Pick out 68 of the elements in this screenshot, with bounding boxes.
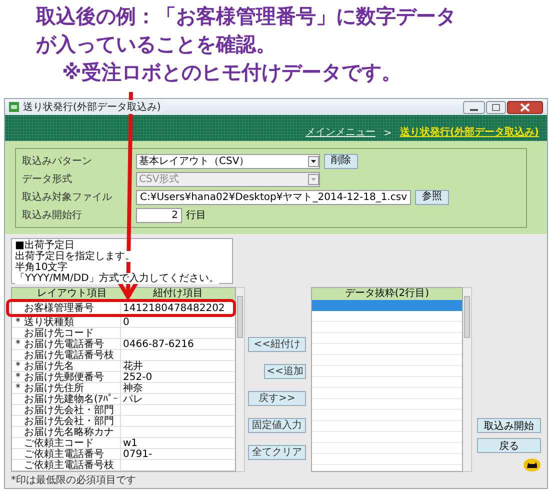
table-cell: 252-0 <box>123 372 152 383</box>
table-cell: パレ <box>123 394 143 405</box>
file-path-field[interactable]: C:¥Users¥hana02¥Desktop¥ヤマト_2014-12-18_1.csv <box>136 190 411 204</box>
table-cell: 0466-87-6216 <box>123 339 194 350</box>
maximize-icon[interactable] <box>486 100 506 114</box>
action-button[interactable]: 取込み開始 <box>477 418 541 433</box>
table-cell: 送り状種類 <box>24 317 74 328</box>
required-mark: * <box>16 339 20 350</box>
table-cell: お届け先郵便番号 <box>24 372 104 383</box>
field-label: 取込み対象ファイル <box>22 190 113 204</box>
table-row[interactable] <box>312 300 462 311</box>
scrollbar[interactable] <box>236 287 245 472</box>
app-icon <box>9 102 19 112</box>
window-title: 送り状発行(外部データ取込み) <box>23 100 161 114</box>
transfer-button[interactable]: <<追加 <box>264 364 306 379</box>
table-cell: ご依頼主コード <box>24 438 94 449</box>
required-mark: * <box>16 383 20 394</box>
action-button[interactable]: 戻る <box>477 438 541 453</box>
table-cell: お客様管理番号 <box>24 303 94 314</box>
unit-label: 行目 <box>186 209 206 222</box>
table-cell: 神奈 <box>123 383 143 394</box>
annotation-text: ※受注ロボとのヒモ付けデータです。 <box>61 59 402 86</box>
table-cell: ご依頼主電話番号枝 <box>24 460 114 471</box>
transfer-button[interactable]: 全てクリア <box>248 445 306 460</box>
scrollbar[interactable] <box>463 287 472 472</box>
form-button[interactable]: 削除 <box>324 154 358 168</box>
table-cell: 0 <box>123 317 130 328</box>
table-cell: お届け先名略称カナ <box>24 427 114 438</box>
table-cell: お届け先会社・部門 <box>24 405 114 416</box>
field-label: データ形式 <box>22 172 73 186</box>
minimize-icon[interactable] <box>463 100 485 114</box>
hint-text: ■出荷予定日 <box>15 240 74 251</box>
annotation-text: が入っていることを確認。 <box>36 31 277 58</box>
table-cell: 花井 <box>123 361 143 372</box>
table-cell: お届け先名 <box>24 361 74 372</box>
cat-logo-icon <box>523 458 541 472</box>
table-cell: お届け先会社・部門 <box>24 416 114 427</box>
field-label: 取込みパターン <box>22 154 93 168</box>
required-mark: * <box>16 361 20 372</box>
required-mark: * <box>16 372 20 383</box>
table-cell: w1 <box>123 438 138 449</box>
table-cell: ご依頼主電話番号 <box>24 449 104 460</box>
table-cell: お届け先住所 <box>24 383 84 394</box>
dropdown-field[interactable]: 基本レイアウト（CSV） <box>136 154 320 168</box>
column-header: レイアウト項目 <box>37 288 107 299</box>
transfer-button[interactable]: <<紐付け <box>248 337 306 352</box>
hint-text: 「YYYY/MM/DD」方式で入力してください。 <box>15 273 219 284</box>
form-button[interactable]: 参照 <box>414 190 449 204</box>
column-header: 紐付け項目 <box>153 288 203 299</box>
transfer-button[interactable]: 戻す>> <box>248 391 306 406</box>
table-cell: お届け先電話番号 <box>24 339 104 350</box>
table-cell: お届け先電話番号枝 <box>24 350 114 361</box>
table-cell: 0791- <box>123 449 152 460</box>
close-icon[interactable] <box>507 100 543 114</box>
table-cell: お届け先コード <box>24 328 94 339</box>
required-mark: * <box>16 317 20 328</box>
breadcrumb-separator: > <box>383 128 392 139</box>
annotation-text: 取込後の例：「お客様管理番号」に数字データ <box>36 3 457 30</box>
field-label: 取込み開始行 <box>22 208 83 222</box>
caret-icon <box>308 156 319 166</box>
table-cell: お届け先建物名(ｱﾊﾟｰ <box>24 394 118 405</box>
status-text: *印は最低限の必須項目です <box>11 474 137 487</box>
caret-icon <box>308 174 319 184</box>
main-menu-link[interactable]: メインメニュー <box>305 125 376 139</box>
transfer-button[interactable]: 固定値入力 <box>248 418 306 433</box>
hint-text: 半角10文字 <box>15 262 68 273</box>
start-row-field[interactable]: 2 <box>136 208 182 222</box>
table-cell: 1412180478482202 <box>123 303 225 314</box>
